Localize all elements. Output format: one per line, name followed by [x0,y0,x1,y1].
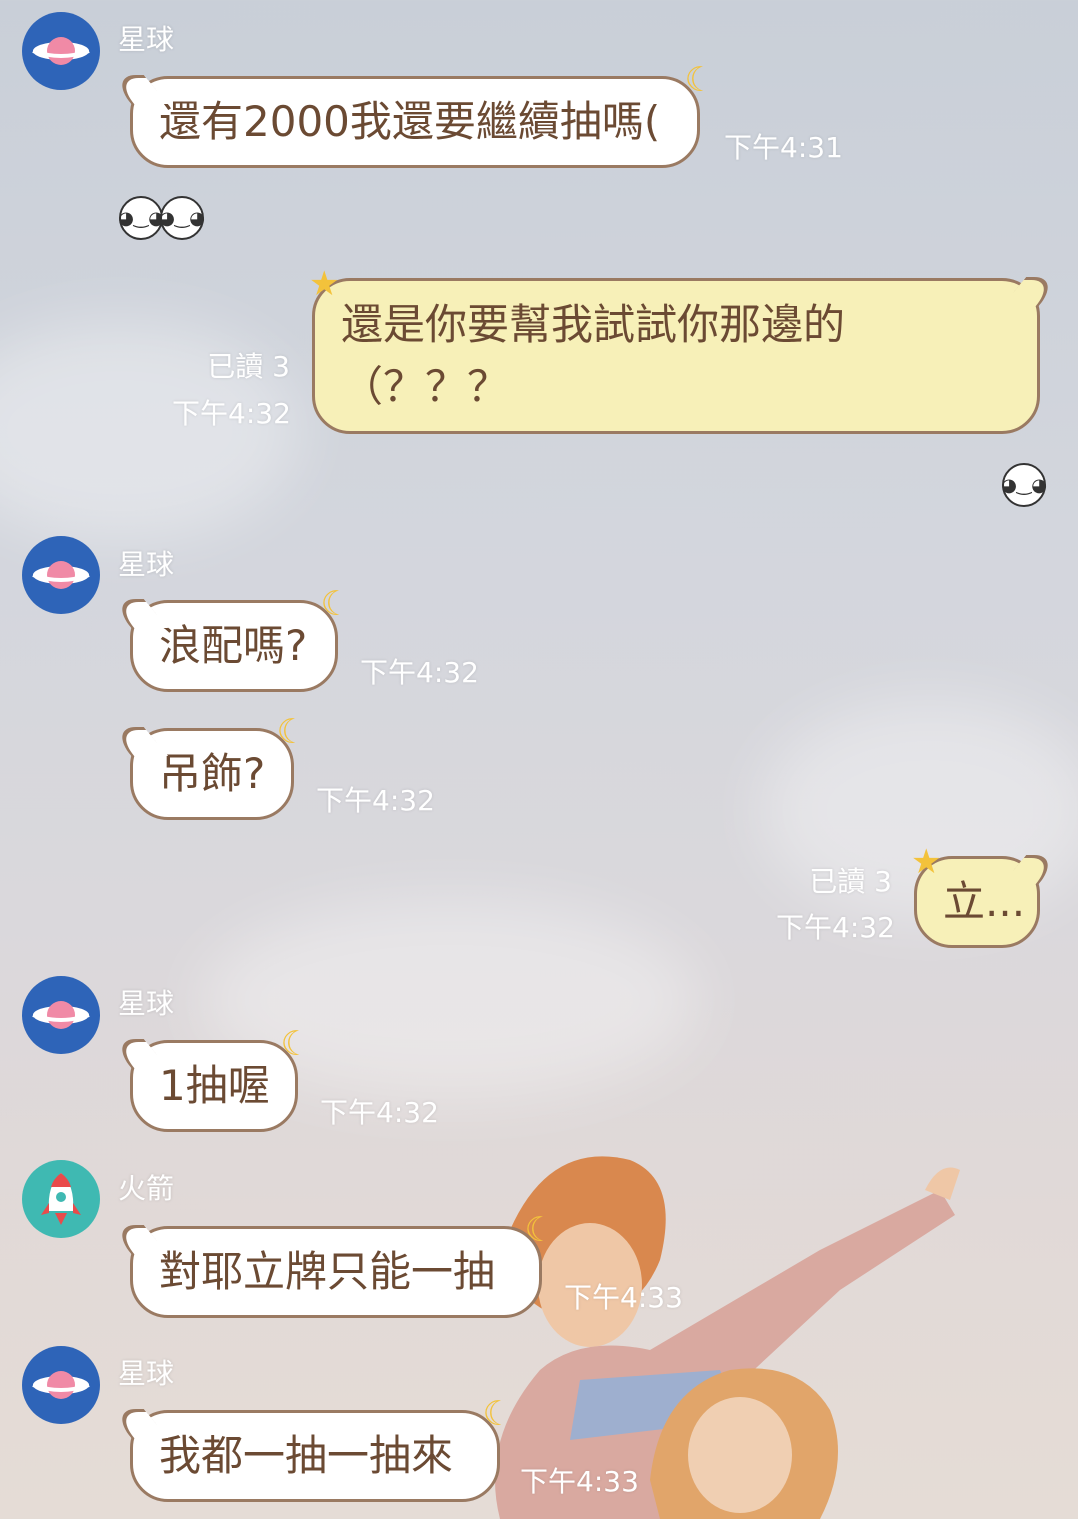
avatar-planet[interactable] [22,1346,100,1424]
bubble-tail [106,1409,169,1438]
message-text: 還有2000我還要繼續抽嗎( [159,97,661,146]
planet-icon [32,37,90,65]
message-time: 下午4:31 [724,131,843,164]
moon-icon: ☾ [320,584,351,624]
message-text: 我都一抽一抽來 [159,1431,454,1480]
planet-icon [32,561,90,589]
bubble-tail [106,1225,169,1254]
star-icon: ★ [309,264,340,304]
bubble-tail [1001,855,1064,884]
chat-area: 星球 還有2000我還要繼續抽嗎( ☾ 下午4:31 ◕‿◕ ◕‿◕ 已讀 3 … [0,0,1078,1519]
planet-icon [32,1001,90,1029]
read-receipt: 已讀 3 [207,350,290,383]
message-text-line2: （？？？ [341,362,510,411]
bubble-tail [106,727,169,756]
moon-icon: ☾ [276,712,307,752]
message-text: 對耶立牌只能一抽 [159,1247,496,1296]
message-text: 吊飾? [159,749,266,798]
sender-name: 火箭 [118,1172,175,1205]
message-time: 下午4:33 [564,1281,683,1314]
moon-icon: ☾ [280,1024,311,1064]
avatar-planet[interactable] [22,536,100,614]
message-bubble[interactable]: 1抽喔 ☾ [106,1027,311,1132]
moon-icon: ☾ [684,60,715,100]
message-time: 下午4:32 [316,784,435,817]
laughing-face-icon[interactable]: ◕‿◕ [118,196,164,240]
rocket-icon [41,1173,81,1225]
laughing-face-icon[interactable]: ◕‿◕ [1001,463,1047,507]
avatar-planet[interactable] [22,12,100,90]
moon-icon: ☾ [482,1394,513,1434]
message-text: 1抽喔 [159,1061,270,1110]
message-text: 浪配嗎? [159,621,308,670]
message-bubble[interactable]: 對耶立牌只能一抽 ☾ [106,1213,555,1318]
sender-name: 星球 [118,987,175,1020]
message-bubble[interactable]: 吊飾? ☾ [106,715,307,820]
sender-name: 星球 [118,1357,175,1390]
message-time: 下午4:32 [320,1096,439,1129]
bubble-tail [106,75,169,104]
sender-name: 星球 [118,548,175,581]
read-receipt: 已讀 3 [809,865,892,898]
message-bubble[interactable]: 還有2000我還要繼續抽嗎( ☾ [106,63,715,168]
message-time: 下午4:32 [172,397,291,430]
message-text-line1: 還是你要幫我試試你那邊的 [341,300,846,349]
message-time: 下午4:33 [520,1465,639,1498]
bubble-tail [106,599,169,628]
star-icon: ★ [911,842,942,882]
message-time: 下午4:32 [360,656,479,689]
planet-icon [32,1371,90,1399]
laughing-face-icon[interactable]: ◕‿◕ [159,196,205,240]
message-bubble[interactable]: 我都一抽一抽來 ☾ [106,1397,513,1502]
message-bubble[interactable]: ★ 還是你要幫我試試你那邊的 （？？？ [309,267,1064,434]
sender-name: 星球 [118,23,175,56]
bubble-tail [106,1039,169,1068]
message-bubble[interactable]: 浪配嗎? ☾ [106,587,351,692]
message-time: 下午4:32 [776,911,895,944]
message-bubble[interactable]: ★ 立... [911,845,1064,948]
avatar-planet[interactable] [22,976,100,1054]
moon-icon: ☾ [524,1210,555,1250]
bubble-tail [1001,277,1064,306]
avatar-rocket[interactable] [22,1160,100,1238]
